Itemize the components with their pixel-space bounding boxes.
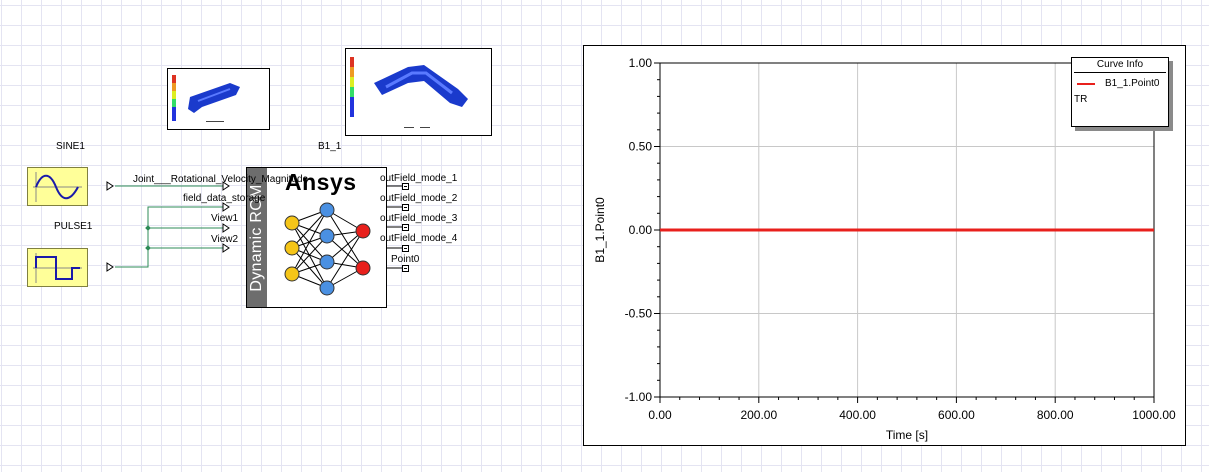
x-tick-label: 200.00 xyxy=(740,408,777,422)
rom-input-label: field_data_storage xyxy=(183,193,266,204)
x-tick-label: 400.00 xyxy=(839,408,876,422)
field-thumbnail-small[interactable] xyxy=(167,68,270,130)
neural-network-icon xyxy=(284,202,371,296)
legend-swatch xyxy=(1077,83,1095,85)
rom-output-label: outField_mode_4 xyxy=(380,233,458,244)
pulse-source-name: PULSE1 xyxy=(54,221,93,232)
rom-input-label: View2 xyxy=(211,234,239,245)
x-tick-label: 600.00 xyxy=(938,408,975,422)
y-tick-label: 0.50 xyxy=(629,140,653,154)
y-tick-label: 1.00 xyxy=(629,56,653,70)
x-axis-label: Time [s] xyxy=(886,428,928,442)
y-tick-label: -0.50 xyxy=(625,307,653,321)
rom-output-label: outField_mode_1 xyxy=(380,173,458,184)
sine-source-name: SINE1 xyxy=(56,141,85,152)
curve-info-legend[interactable]: Curve Info B1_1.Point0 TR xyxy=(1071,57,1169,127)
x-tick-label: 0.00 xyxy=(648,408,672,422)
legend-title: Curve Info xyxy=(1074,58,1166,73)
rom-input-label: Joint___Rotational_Velocity_Magnitude xyxy=(133,174,309,185)
legend-entry-name: B1_1.Point0 xyxy=(1105,78,1160,89)
pulse-wave-icon xyxy=(33,253,82,283)
legend-entry[interactable]: B1_1.Point0 xyxy=(1072,77,1168,93)
y-tick-label: 0.00 xyxy=(629,223,653,237)
rom-output-port[interactable] xyxy=(402,204,409,211)
rom-output-label: outField_mode_3 xyxy=(380,213,458,224)
legend-footer: TR xyxy=(1074,94,1088,105)
rom-output-port[interactable] xyxy=(402,183,409,190)
pulse-source-block[interactable] xyxy=(27,248,88,287)
rom-output-label: Point0 xyxy=(391,254,420,265)
x-tick-label: 1000.00 xyxy=(1132,408,1176,422)
field-contour-small-icon xyxy=(172,75,240,122)
rom-output-label: outField_mode_2 xyxy=(380,193,458,204)
y-axis-label: B1_1.Point0 xyxy=(593,197,607,263)
sine-source-block[interactable] xyxy=(27,167,88,206)
field-thumbnail-large[interactable] xyxy=(345,48,492,136)
dynamic-rom-block[interactable]: Dynamic ROM Ansys xyxy=(246,167,387,308)
rom-input-label: View1 xyxy=(211,213,239,224)
field-contour-large-icon xyxy=(350,57,468,128)
x-tick-label: 800.00 xyxy=(1037,408,1074,422)
rom-output-port[interactable] xyxy=(402,265,409,272)
rom-block-name: B1_1 xyxy=(318,141,342,152)
rom-side-strip: Dynamic ROM xyxy=(247,168,267,307)
chart-panel[interactable]: 1.00 0.50 0.00 -0.50 -1.00 0.00 200.00 400.00 60… xyxy=(583,45,1186,446)
rom-output-port[interactable] xyxy=(402,245,409,252)
rom-output-port[interactable] xyxy=(402,224,409,231)
sine-wave-icon xyxy=(33,172,82,202)
y-tick-label: -1.00 xyxy=(625,390,653,404)
